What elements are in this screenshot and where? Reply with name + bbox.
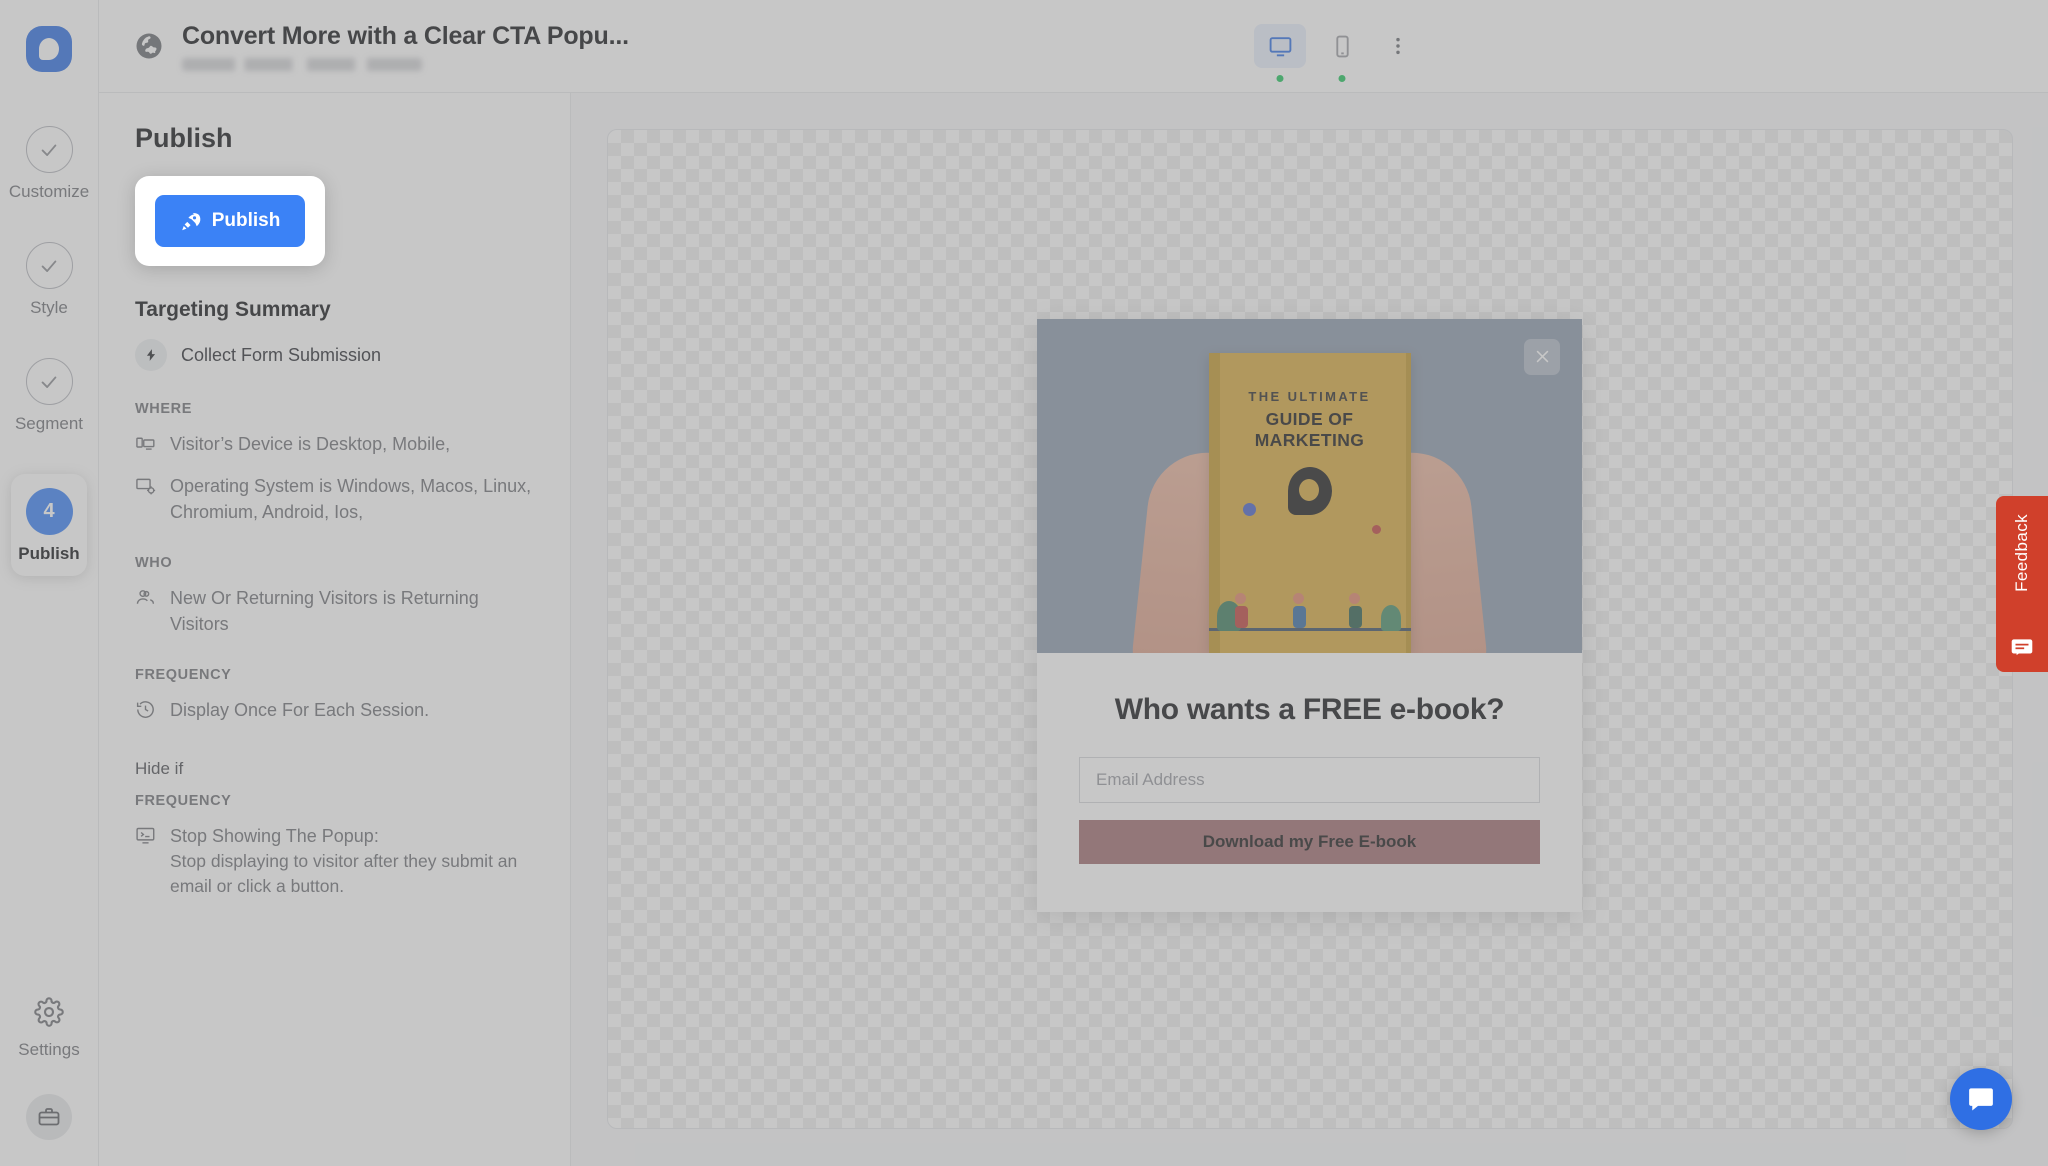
popupsmart-logo-icon (1287, 466, 1332, 515)
bolt-icon (135, 339, 167, 371)
rule-title: Stop Showing The Popup: (170, 826, 379, 847)
feedback-tab[interactable]: Feedback (1996, 496, 2048, 672)
book-line-1: THE ULTIMATE (1248, 388, 1371, 404)
visitors-icon (135, 587, 157, 613)
app-root: Customize Style Segment 4 Publish Settin… (0, 0, 2048, 1166)
preview-canvas: THE ULTIMATE GUIDE OF MARKETING Who want… (571, 93, 2048, 1166)
rule-text: Display Once For Each Session. (170, 700, 430, 721)
popup-body: Who wants a FREE e-book? Download my Fre… (1037, 652, 1582, 912)
gear-icon (34, 997, 64, 1032)
rule-text: Operating System is Windows, Macos, Linu… (170, 476, 532, 523)
desktop-status-dot (1276, 75, 1284, 82)
publish-button[interactable]: Publish (155, 195, 305, 247)
intercom-chat-icon[interactable] (1950, 1068, 2012, 1130)
preview-stage: THE ULTIMATE GUIDE OF MARKETING Who want… (606, 129, 2013, 1129)
mobile-status-dot (1338, 75, 1346, 82)
toolbox-icon[interactable] (26, 1094, 72, 1140)
os-icon (135, 475, 157, 501)
sidebar-item-label: Customize (8, 182, 90, 201)
sidebar-item-customize[interactable]: Customize (0, 126, 98, 202)
desktop-icon[interactable] (1254, 24, 1306, 82)
kebab-menu-icon[interactable] (1378, 24, 1418, 68)
device-preview-tabs (1254, 24, 1418, 82)
mobile-icon[interactable] (1316, 24, 1368, 82)
book-cover: THE ULTIMATE GUIDE OF MARKETING (1208, 352, 1411, 653)
sidebar-item-label: Settings (18, 1040, 80, 1059)
publish-panel: Publish Publish Targeting Summary Collec… (99, 93, 571, 1166)
title-block: Convert More with a Clear CTA Popu... (182, 22, 629, 71)
feedback-icon (2009, 634, 2035, 660)
stop-popup-icon (135, 825, 157, 851)
book-illustration (1208, 535, 1411, 653)
sidebar-item-label: Publish (18, 544, 80, 563)
rule-stop-showing-popup: Stop Showing The Popup: Stop displaying … (135, 823, 534, 899)
sidebar-item-settings[interactable]: Settings (18, 997, 80, 1060)
step-number-badge: 4 (25, 488, 73, 535)
sidebar-item-label: Segment (14, 414, 84, 433)
download-ebook-button[interactable]: Download my Free E-book (1079, 819, 1540, 864)
goal-row: Collect Form Submission (135, 339, 534, 371)
book-line-2: GUIDE OF MARKETING (1254, 408, 1365, 450)
rule-description: Stop displaying to visitor after they su… (170, 851, 518, 897)
left-rail: Customize Style Segment 4 Publish Settin… (0, 0, 99, 1166)
sidebar-item-style[interactable]: Style (0, 242, 98, 318)
rule-operating-system: Operating System is Windows, Macos, Linu… (135, 473, 534, 525)
section-label-where: WHERE (135, 401, 192, 417)
rule-visitor-device: Visitor’s Device is Desktop, Mobile, (135, 431, 534, 459)
sidebar-item-publish[interactable]: 4 Publish (11, 474, 87, 576)
sidebar-item-label: Style (30, 298, 68, 317)
goal-label: Collect Form Submission (181, 344, 382, 365)
rule-text: Visitor’s Device is Desktop, Mobile, (170, 434, 451, 454)
top-bar: Convert More with a Clear CTA Popu... (99, 0, 2048, 93)
rule-display-frequency: Display Once For Each Session. (135, 697, 534, 725)
step-nav: Customize Style Segment 4 Publish (0, 126, 98, 616)
rule-text: New Or Returning Visitors is Returning V… (170, 588, 479, 635)
page-title: Convert More with a Clear CTA Popu... (182, 21, 629, 50)
app-logo[interactable] (22, 22, 76, 76)
devices-icon (135, 433, 157, 459)
publish-card: Publish (135, 176, 325, 266)
email-field[interactable] (1079, 756, 1540, 803)
section-label-who: WHO (135, 555, 173, 572)
publish-button-label: Publish (211, 210, 281, 231)
targeting-summary-heading: Targeting Summary (135, 298, 331, 321)
rail-bottom: Settings (0, 997, 98, 1166)
feedback-label: Feedback (2012, 514, 2031, 592)
site-url-blurred (182, 57, 422, 71)
rule-new-returning-visitors: New Or Returning Visitors is Returning V… (135, 585, 534, 637)
check-icon (25, 126, 73, 173)
decor-dot-blue (1242, 502, 1256, 516)
hide-if-heading: Hide if (135, 759, 184, 779)
popup-hero-image: THE ULTIMATE GUIDE OF MARKETING (1037, 318, 1582, 653)
popup-headline: Who wants a FREE e-book? (1114, 692, 1505, 726)
history-icon (135, 699, 157, 725)
sidebar-item-segment[interactable]: Segment (0, 358, 98, 434)
section-label-frequency: FREQUENCY (135, 667, 232, 684)
check-icon (25, 242, 73, 289)
panel-heading: Publish (135, 123, 233, 153)
decor-dot-red (1371, 524, 1381, 534)
hide-if-frequency-label: FREQUENCY (135, 793, 232, 810)
check-icon (25, 358, 73, 405)
popup-preview: THE ULTIMATE GUIDE OF MARKETING Who want… (1037, 318, 1582, 912)
globe-icon (134, 31, 164, 61)
popupsmart-logo-icon (26, 26, 72, 72)
close-icon[interactable] (1524, 338, 1560, 375)
rocket-icon (180, 211, 201, 232)
